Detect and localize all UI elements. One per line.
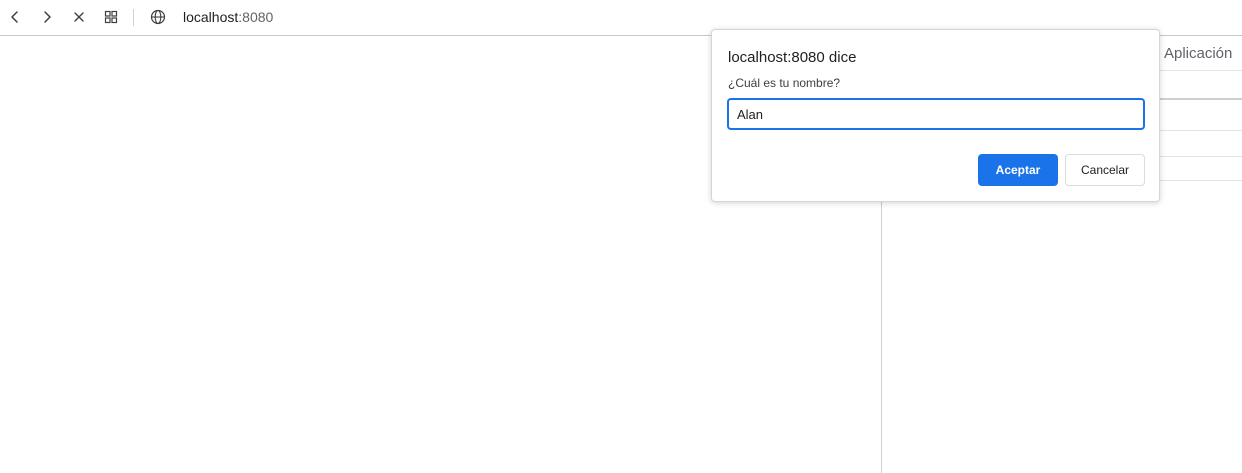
tab-actions-button[interactable] (100, 6, 122, 28)
url-host: localhost (183, 9, 239, 25)
cancel-button[interactable]: Cancelar (1065, 154, 1145, 186)
grid-icon (104, 10, 118, 24)
dialog-title: localhost:8080 dice (728, 49, 857, 66)
chevron-right-icon (44, 11, 51, 23)
chevron-left-icon (11, 11, 18, 23)
devtools-tab-application[interactable]: Aplicación (1164, 45, 1232, 62)
globe-icon (150, 9, 166, 25)
toolbar-separator (133, 9, 134, 26)
prompt-dialog: localhost:8080 dice ¿Cuál es tu nombre? … (711, 29, 1160, 202)
back-button[interactable] (4, 6, 26, 28)
url-port: :8080 (238, 9, 274, 25)
forward-button[interactable] (36, 6, 58, 28)
site-info-button[interactable] (147, 6, 169, 28)
dialog-message: ¿Cuál es tu nombre? (728, 76, 841, 90)
stop-loading-button[interactable] (68, 6, 90, 28)
accept-button[interactable]: Aceptar (978, 154, 1058, 186)
close-icon (74, 12, 84, 22)
name-input[interactable] (727, 98, 1145, 130)
address-bar[interactable]: localhost:8080 (183, 9, 273, 26)
